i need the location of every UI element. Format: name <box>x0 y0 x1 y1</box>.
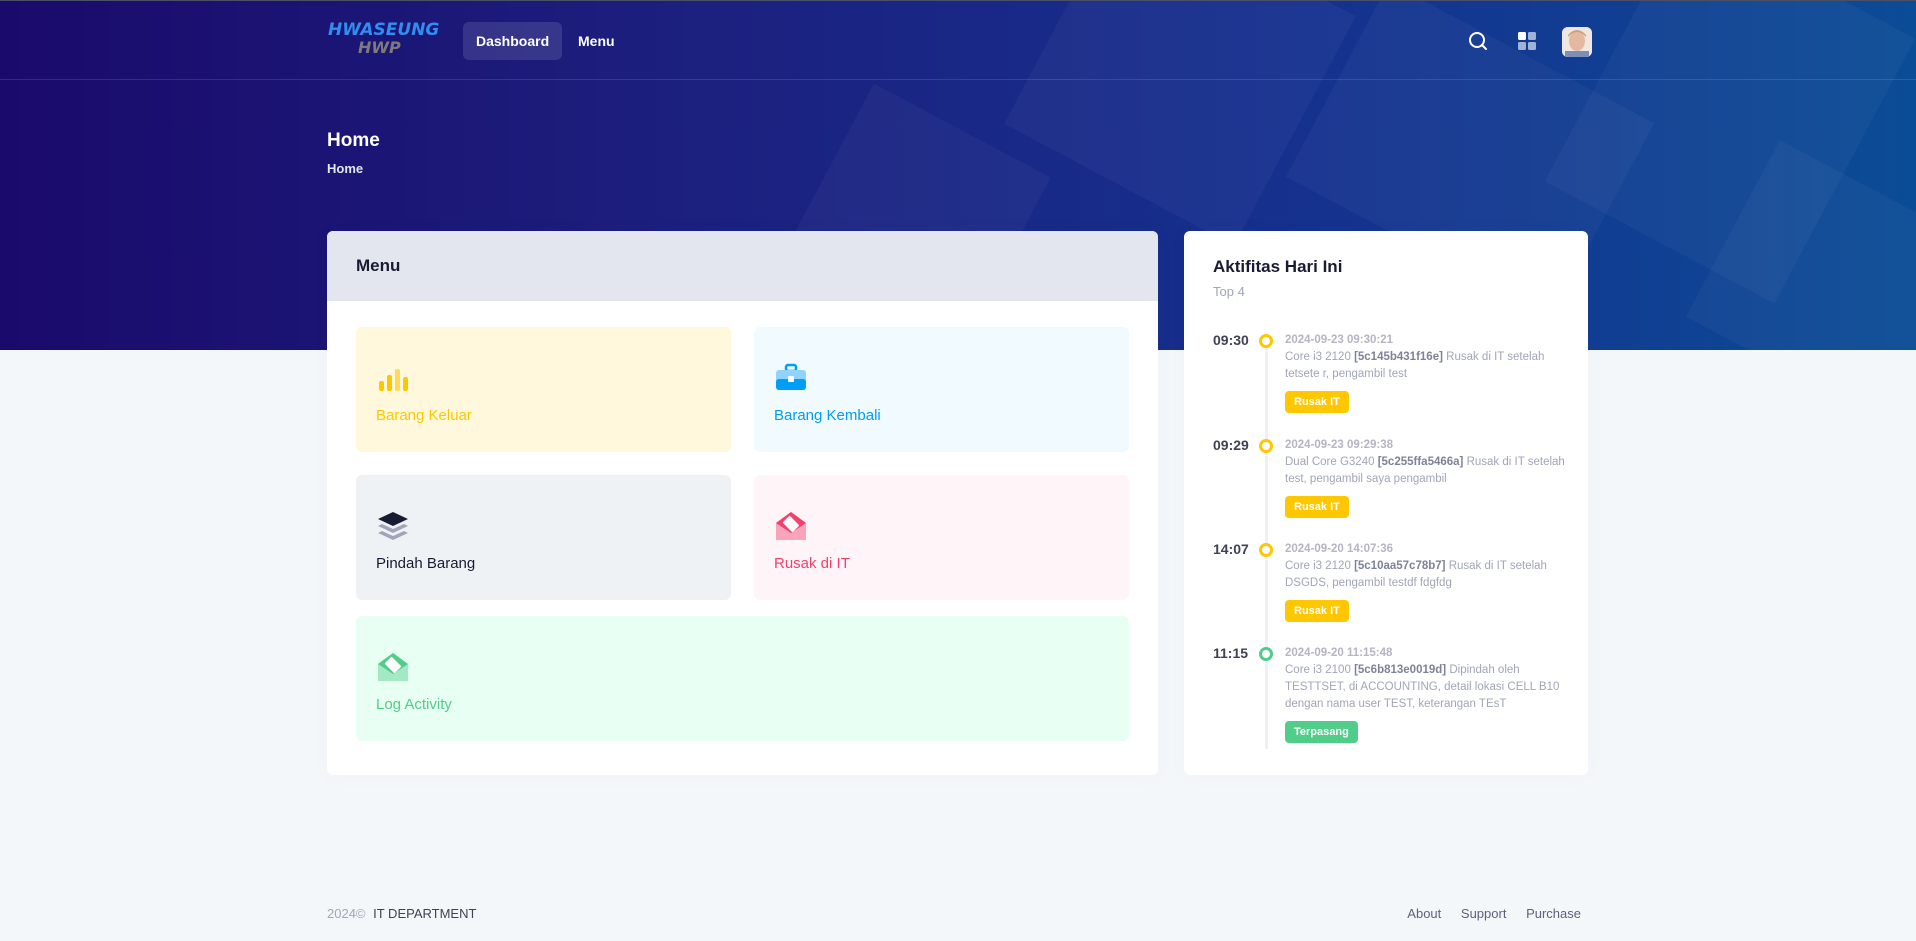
item-name: Core i3 2100 <box>1285 664 1351 676</box>
item-name: Core i3 2120 <box>1285 560 1351 572</box>
timeline-dot <box>1259 334 1273 348</box>
breadcrumb[interactable]: Home <box>327 161 363 176</box>
tile-label: Barang Kembali <box>774 407 881 424</box>
timeline-timestamp: 2024-09-20 14:07:36 <box>1285 543 1394 555</box>
footer-link-support[interactable]: Support <box>1461 906 1507 921</box>
nav-dashboard[interactable]: Dashboard <box>463 22 563 60</box>
avatar[interactable] <box>1562 27 1592 57</box>
item-code: [5c255ffa5466a] <box>1377 456 1464 468</box>
tile-log-activity[interactable]: Log Activity <box>356 616 1129 741</box>
brand-logo[interactable]: HWASEUNG HWP <box>328 20 440 63</box>
briefcase-icon <box>774 361 808 395</box>
status-badge: Rusak IT <box>1285 600 1349 622</box>
tile-label: Rusak di IT <box>774 555 850 572</box>
footer-year: 2024© <box>327 906 366 921</box>
timeline-time: 14:07 <box>1213 541 1249 557</box>
timeline-time: 11:15 <box>1213 645 1249 661</box>
tile-rusak-di-it[interactable]: Rusak di IT <box>754 475 1129 600</box>
bar-chart-icon <box>376 361 410 395</box>
footer-link-about[interactable]: About <box>1407 906 1441 921</box>
status-badge: Rusak IT <box>1285 391 1349 413</box>
tile-barang-keluar[interactable]: Barang Keluar <box>356 327 731 452</box>
envelope-open-icon <box>376 650 410 684</box>
brand-line2: HWP <box>358 38 401 57</box>
page-title: Home <box>327 130 380 151</box>
timeline-content: 2024-09-23 09:30:21 Core i3 2120 [5c145b… <box>1285 332 1565 413</box>
tile-label: Log Activity <box>376 696 452 713</box>
item-code: [5c10aa57c78b7] <box>1354 560 1446 572</box>
nav-menu[interactable]: Menu <box>565 22 628 60</box>
menu-card-title: Menu <box>327 231 1158 301</box>
layers-icon <box>376 509 410 543</box>
envelope-open-icon <box>774 509 808 543</box>
footer-links: About Support Purchase <box>1391 906 1581 921</box>
timeline-time: 09:29 <box>1213 437 1249 453</box>
menu-card: Menu Barang Keluar Barang Kembali Pindah… <box>327 231 1158 775</box>
status-badge: Terpasang <box>1285 721 1358 743</box>
footer-link-purchase[interactable]: Purchase <box>1526 906 1581 921</box>
timeline-dot <box>1259 543 1273 557</box>
top-navbar: HWASEUNG HWP Dashboard Menu <box>0 0 1916 80</box>
search-icon[interactable] <box>1464 27 1492 55</box>
timeline-time: 09:30 <box>1213 332 1249 348</box>
timeline-content: 2024-09-20 11:15:48 Core i3 2100 [5c6b81… <box>1285 645 1565 743</box>
footer-org[interactable]: IT DEPARTMENT <box>373 906 476 921</box>
item-code: [5c145b431f16e] <box>1354 351 1443 363</box>
tile-label: Pindah Barang <box>376 555 476 572</box>
timeline-line <box>1265 333 1268 749</box>
timeline-dot <box>1259 647 1273 661</box>
activity-subtitle: Top 4 <box>1213 284 1245 299</box>
apps-grid-icon[interactable] <box>1513 27 1541 55</box>
tile-label: Barang Keluar <box>376 407 472 424</box>
status-badge: Rusak IT <box>1285 496 1349 518</box>
item-name: Core i3 2120 <box>1285 351 1351 363</box>
tile-barang-kembali[interactable]: Barang Kembali <box>754 327 1129 452</box>
timeline-timestamp: 2024-09-23 09:29:38 <box>1285 439 1394 451</box>
tile-pindah-barang[interactable]: Pindah Barang <box>356 475 731 600</box>
timeline-content: 2024-09-20 14:07:36 Core i3 2120 [5c10aa… <box>1285 541 1565 622</box>
item-code: [5c6b813e0019d] <box>1354 664 1447 676</box>
timeline-timestamp: 2024-09-23 09:30:21 <box>1285 334 1394 346</box>
activity-title: Aktifitas Hari Ini <box>1213 257 1343 276</box>
timeline-timestamp: 2024-09-20 11:15:48 <box>1285 647 1393 659</box>
timeline-dot <box>1259 439 1273 453</box>
brand-line1: HWASEUNG <box>328 20 440 40</box>
item-name: Dual Core G3240 <box>1285 456 1375 468</box>
footer-copyright: 2024© IT DEPARTMENT <box>327 906 476 921</box>
timeline-content: 2024-09-23 09:29:38 Dual Core G3240 [5c2… <box>1285 437 1565 518</box>
activity-card: Aktifitas Hari Ini Top 4 09:30 2024-09-2… <box>1184 231 1588 775</box>
